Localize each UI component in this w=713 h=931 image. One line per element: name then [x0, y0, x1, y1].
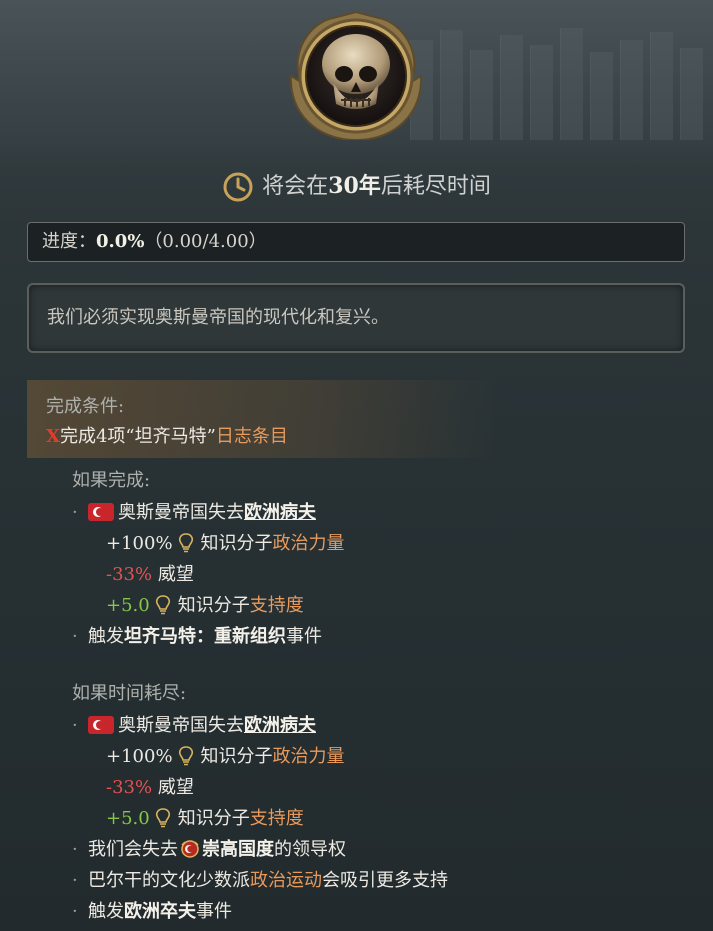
prestige-label: 威望 — [157, 564, 194, 585]
progress-percent: 0.0% — [96, 231, 145, 252]
political-strength-link[interactable]: 政治力量 — [273, 746, 345, 767]
progress-detail: （0.00/4.00） — [144, 231, 267, 252]
lightbulb-icon — [155, 808, 170, 828]
conditions-header: 完成条件: — [46, 396, 125, 417]
balkan-text: 巴尔干的文化少数派 — [88, 870, 250, 891]
effect-value: -33% — [106, 777, 153, 798]
group-name: 知识分子 — [177, 808, 250, 829]
complete-effect-2: -33% 威望 — [106, 560, 194, 586]
timeout-effect-2: -33% 威望 — [106, 773, 194, 799]
lead-suffix: 的领导权 — [274, 839, 346, 860]
political-strength-link[interactable]: 政治力量 — [273, 533, 345, 554]
trigger-text: 触发 — [88, 901, 124, 922]
lose-text: 奥斯曼帝国失去 — [118, 502, 244, 523]
bookshelf-decoration — [400, 20, 713, 140]
timeout-lose-row: · 奥斯曼帝国失去欧洲病夫 — [72, 711, 316, 737]
effect-value: -33% — [106, 564, 153, 585]
group-name: 知识分子 — [177, 595, 250, 616]
balkan-suffix: 会吸引更多支持 — [322, 870, 448, 891]
ottoman-emblem-icon — [181, 840, 199, 858]
journal-description: 我们必须实现奥斯曼帝国的现代化和复兴。 — [27, 283, 685, 353]
complete-trigger-row: · 触发坦齐马特：重新组织事件 — [72, 622, 322, 648]
trigger-text: 触发 — [88, 626, 124, 647]
timeout-balkan-row: · 巴尔干的文化少数派政治运动会吸引更多支持 — [72, 866, 448, 892]
clock-icon — [223, 172, 253, 202]
effect-value: +100% — [106, 746, 173, 767]
complete-effect-1: +100% 知识分子政治力量 — [106, 529, 345, 555]
bullet: · — [72, 839, 78, 860]
sick-man-link[interactable]: 欧洲病夫 — [244, 715, 316, 736]
timeout-effect-3: +5.0 知识分子支持度 — [106, 804, 304, 830]
event-name[interactable]: 坦齐马特：重新组织 — [124, 626, 286, 647]
timeout-effect-1: +100% 知识分子政治力量 — [106, 742, 345, 768]
timer-suffix: 后耗尽时间 — [380, 174, 491, 199]
timeout-leadership-row: · 我们会失去 崇高国度的领导权 — [72, 835, 346, 861]
trigger-suffix: 事件 — [286, 626, 322, 647]
group-name: 知识分子 — [200, 746, 273, 767]
timer-years: 30年 — [328, 173, 381, 199]
unmet-mark: X — [46, 426, 60, 447]
effect-value: +5.0 — [106, 808, 150, 829]
progress-label: 进度： — [42, 231, 96, 252]
approval-link[interactable]: 支持度 — [250, 808, 304, 829]
bullet: · — [72, 870, 78, 891]
sick-man-link[interactable]: 欧洲病夫 — [244, 502, 316, 523]
description-text: 我们必须实现奥斯曼帝国的现代化和复兴。 — [47, 307, 389, 328]
lightbulb-icon — [178, 746, 193, 766]
effect-value: +100% — [106, 533, 173, 554]
lightbulb-icon — [178, 533, 193, 553]
lose-text: 奥斯曼帝国失去 — [118, 715, 244, 736]
lead-text: 我们会失去 — [88, 839, 178, 860]
effect-value: +5.0 — [106, 595, 150, 616]
timeout-trigger-row: · 触发欧洲卒夫事件 — [72, 897, 232, 923]
journal-entry-link[interactable]: 日志条目 — [216, 426, 288, 447]
political-movement-link[interactable]: 政治运动 — [250, 870, 322, 891]
progress-bar: 进度：0.0%（0.00/4.00） — [27, 222, 685, 262]
turkey-flag-icon — [88, 716, 114, 734]
prestige-label: 威望 — [157, 777, 194, 798]
bullet: · — [72, 502, 78, 523]
condition-text: 完成4项“坦齐马特” — [59, 426, 216, 447]
group-name: 知识分子 — [200, 533, 273, 554]
condition-item: X完成4项“坦齐马特”日志条目 — [46, 422, 288, 448]
bullet: · — [72, 715, 78, 736]
event-name[interactable]: 欧洲卒夫 — [124, 901, 196, 922]
turkey-flag-icon — [88, 503, 114, 521]
bullet: · — [72, 901, 78, 922]
skull-icon — [289, 12, 423, 140]
lightbulb-icon — [155, 595, 170, 615]
sublime-porte-link[interactable]: 崇高国度 — [202, 839, 274, 860]
on-complete-header: 如果完成: — [72, 470, 151, 491]
deadline-text: 将会在30年后耗尽时间 — [0, 168, 713, 203]
trigger-suffix: 事件 — [196, 901, 232, 922]
complete-effect-3: +5.0 知识分子支持度 — [106, 591, 304, 617]
approval-link[interactable]: 支持度 — [250, 595, 304, 616]
timer-prefix: 将会在 — [262, 174, 329, 199]
on-timeout-header: 如果时间耗尽: — [72, 683, 187, 704]
complete-lose-row: · 奥斯曼帝国失去欧洲病夫 — [72, 498, 316, 524]
bullet: · — [72, 626, 78, 647]
